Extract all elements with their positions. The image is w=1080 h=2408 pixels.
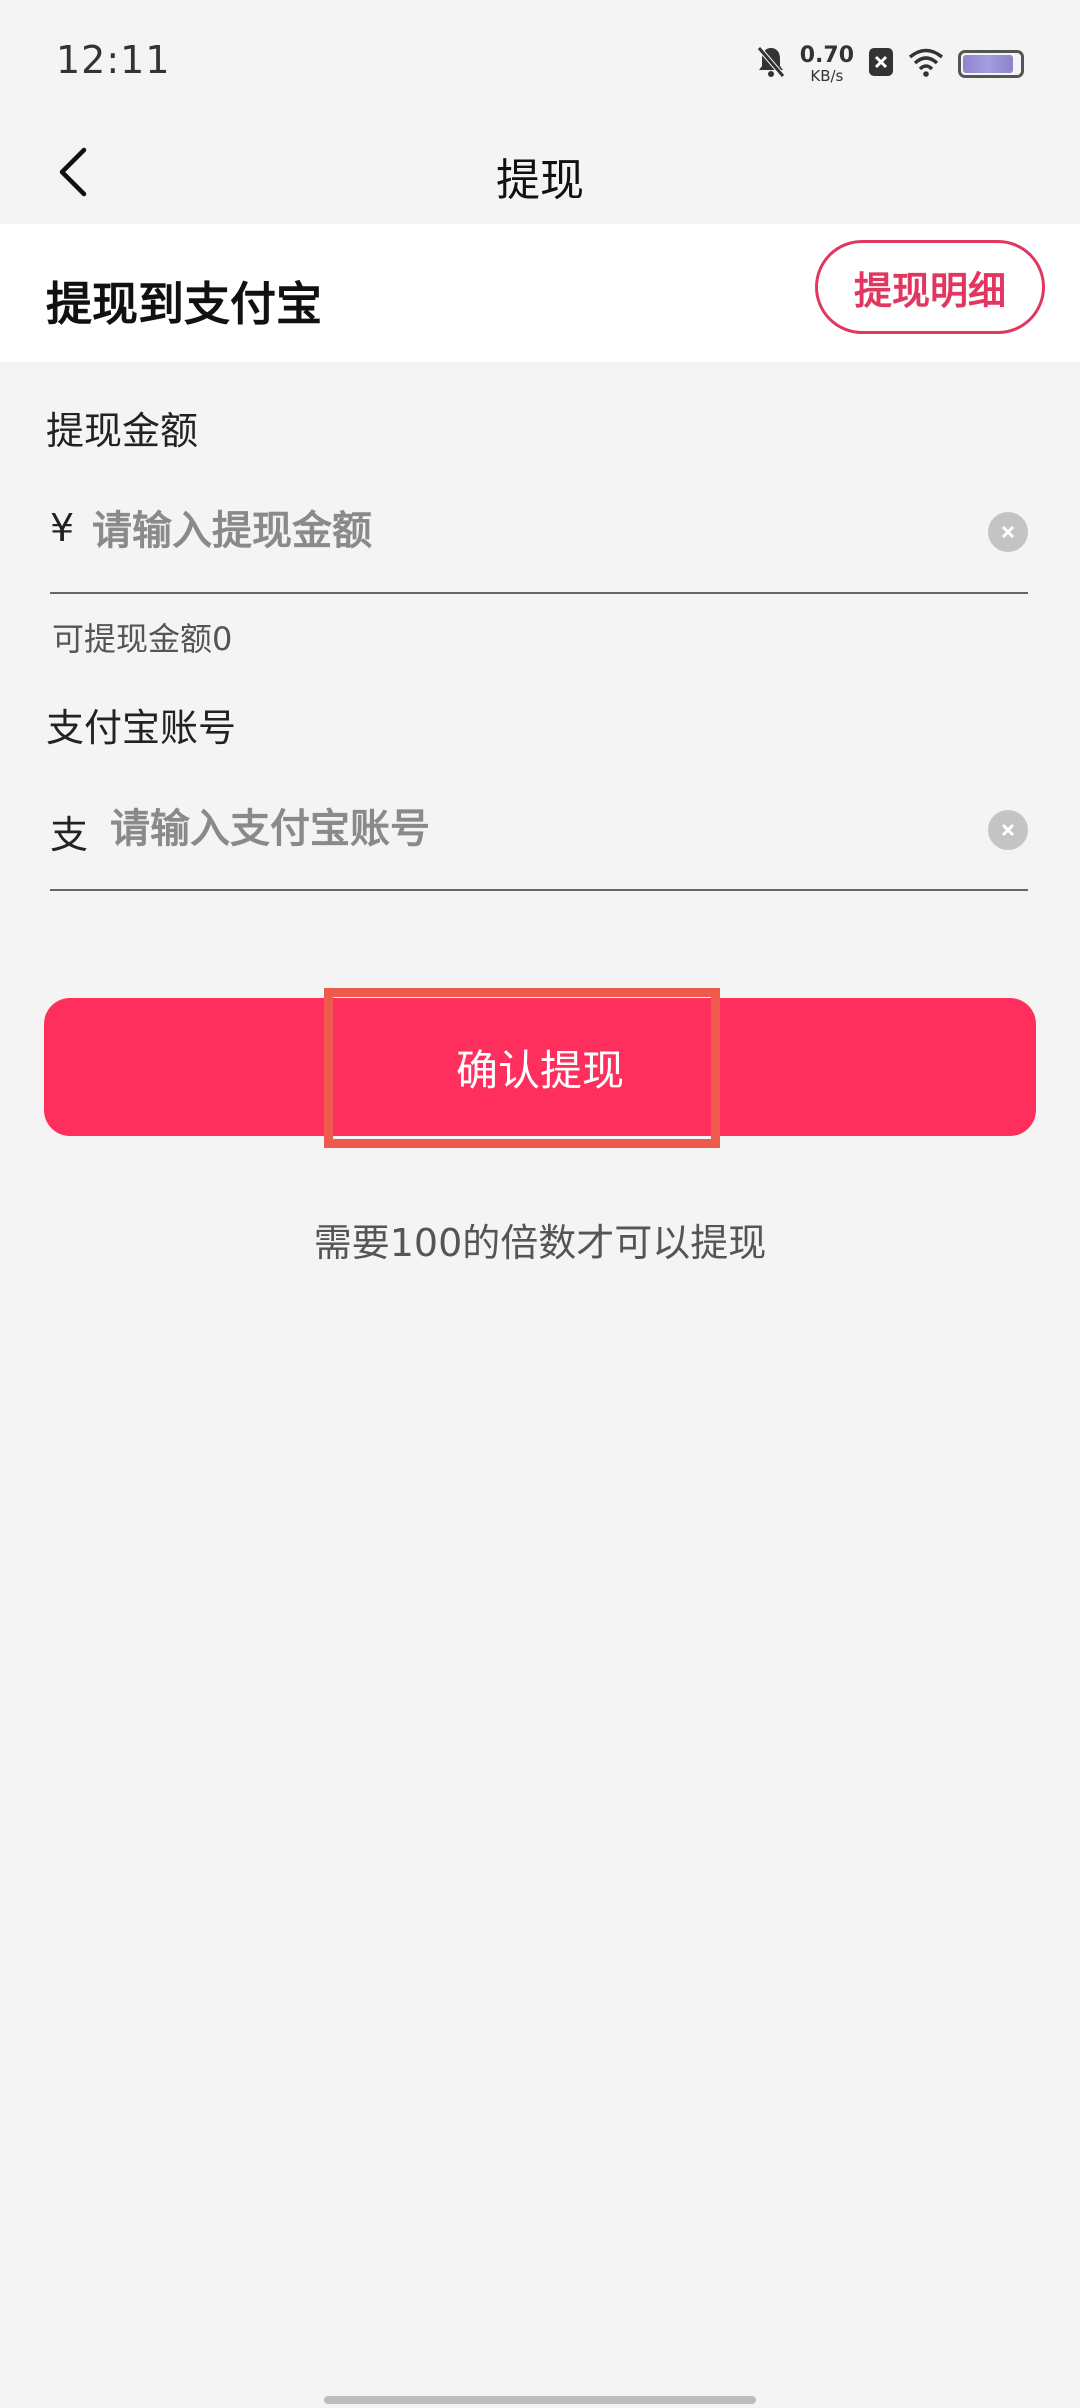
amount-field-row: ¥ bbox=[50, 488, 1028, 578]
header-card: 提现到支付宝 提现明细 bbox=[0, 224, 1080, 362]
currency-prefix: ¥ bbox=[50, 506, 75, 550]
withdraw-note: 需要100的倍数才可以提现 bbox=[313, 1221, 767, 1265]
amount-input[interactable] bbox=[92, 498, 972, 564]
clear-icon bbox=[1001, 823, 1015, 837]
amount-underline bbox=[50, 592, 1028, 594]
status-bar: 12:11 0.70 KB/s bbox=[0, 0, 1080, 120]
alipay-prefix: 支 bbox=[50, 813, 89, 857]
bell-muted-icon bbox=[756, 45, 786, 83]
withdraw-detail-button[interactable]: 提现明细 bbox=[815, 240, 1045, 334]
home-indicator[interactable] bbox=[324, 2396, 756, 2404]
account-label: 支付宝账号 bbox=[46, 706, 237, 750]
confirm-withdraw-button[interactable]: 确认提现 bbox=[44, 998, 1036, 1136]
clear-icon bbox=[1001, 525, 1015, 539]
account-underline bbox=[50, 889, 1028, 891]
amount-label: 提现金额 bbox=[46, 409, 199, 453]
net-speed-value: 0.70 bbox=[799, 42, 854, 68]
close-box-icon bbox=[868, 47, 894, 81]
nav-bar: 提现 bbox=[0, 120, 1080, 224]
status-icons: 0.70 KB/s bbox=[756, 42, 1024, 86]
withdraw-page: 12:11 0.70 KB/s 提现 提现到支付宝 提现明细 提现金额 ¥ 请输… bbox=[0, 0, 1080, 2408]
page-title: 提现 bbox=[496, 155, 584, 206]
battery-level bbox=[963, 55, 1014, 73]
clear-account-button[interactable] bbox=[988, 810, 1028, 850]
account-input[interactable] bbox=[110, 796, 970, 862]
available-amount: 可提现金额0 bbox=[52, 620, 233, 658]
battery-icon bbox=[958, 50, 1024, 78]
wifi-icon bbox=[908, 47, 944, 81]
net-speed: 0.70 KB/s bbox=[799, 42, 854, 85]
account-field-row: 支 bbox=[50, 786, 1028, 876]
status-time: 12:11 bbox=[56, 38, 171, 82]
clear-amount-button[interactable] bbox=[988, 512, 1028, 552]
net-speed-unit: KB/s bbox=[810, 66, 844, 85]
header-title: 提现到支付宝 bbox=[46, 277, 322, 331]
